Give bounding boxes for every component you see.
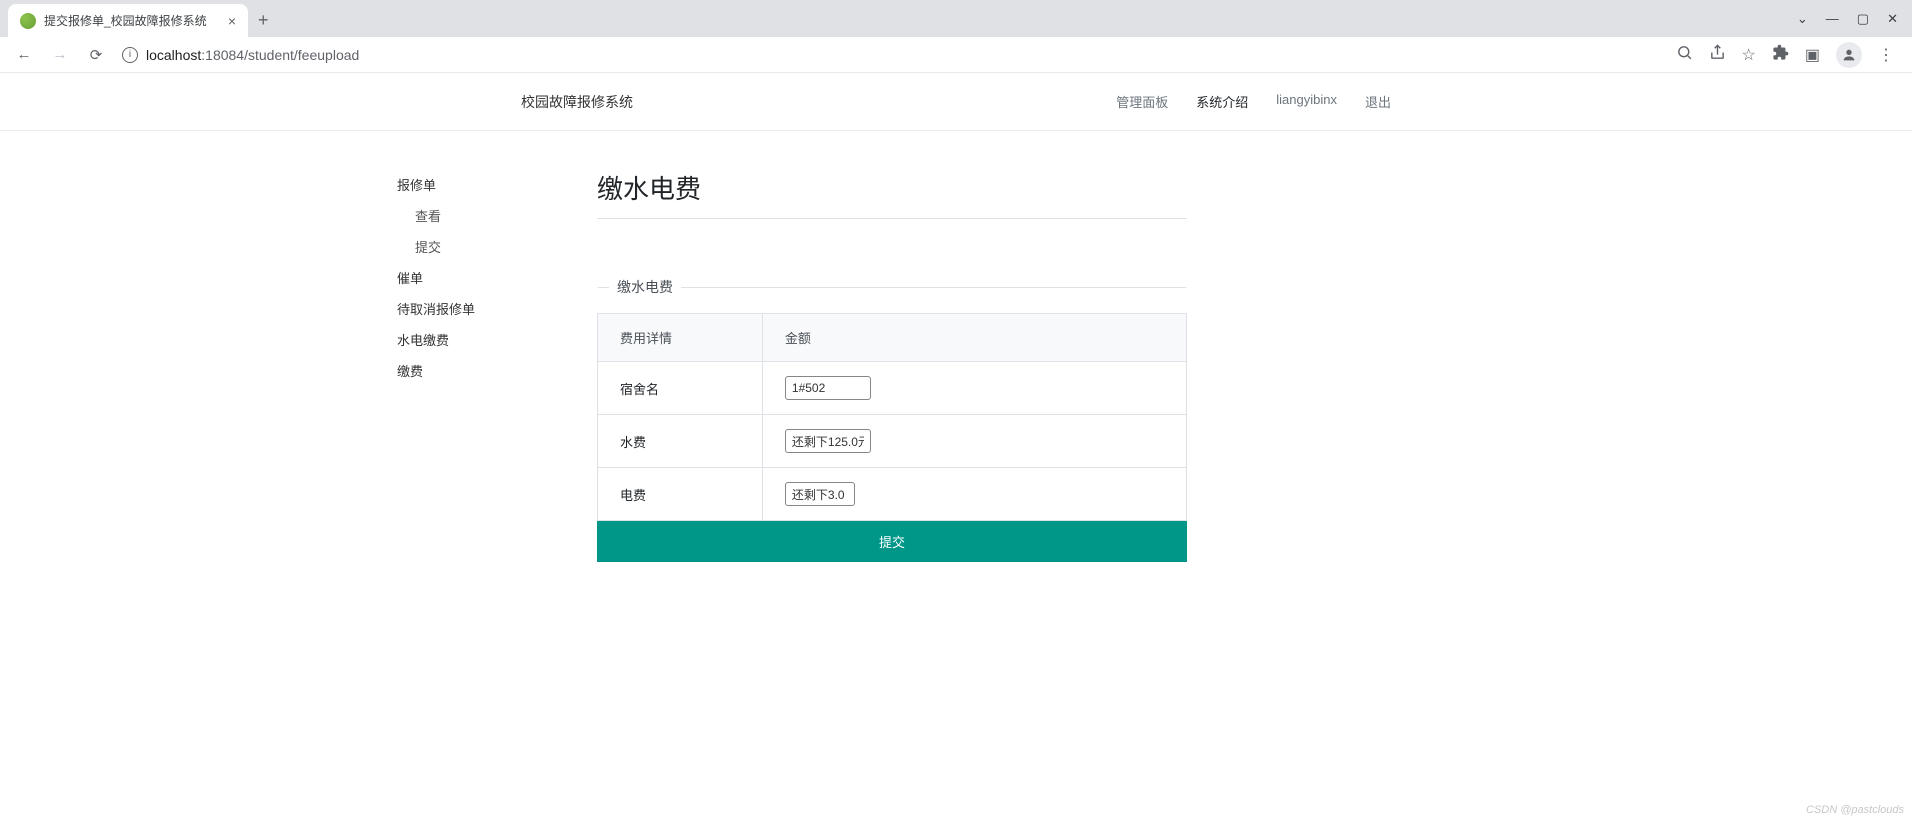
forward-button[interactable]: → <box>44 39 76 71</box>
close-window-icon[interactable]: ✕ <box>1887 11 1898 27</box>
fee-table: 费用详情 金额 宿舍名 水费 <box>597 313 1187 521</box>
submit-button[interactable]: 提交 <box>597 521 1187 562</box>
chevron-down-icon[interactable]: ⌄ <box>1797 11 1808 27</box>
share-icon[interactable] <box>1709 44 1726 66</box>
page-content: 校园故障报修系统 管理面板 系统介绍 liangyibinx 退出 报修单 查看… <box>0 73 1912 822</box>
browser-tab[interactable]: 提交报修单_校园故障报修系统 × <box>8 4 248 37</box>
search-icon[interactable] <box>1676 44 1693 66</box>
row-label-electric: 电费 <box>598 468 763 521</box>
main-panel: 缴水电费 缴水电费 费用详情 金额 宿舍名 <box>597 169 1187 562</box>
url-port: :18084 <box>201 47 244 63</box>
site-info-icon[interactable]: i <box>122 47 138 63</box>
site-brand: 校园故障报修系统 <box>521 92 633 112</box>
page-title: 缴水电费 <box>597 169 1187 219</box>
table-row: 电费 <box>598 468 1187 521</box>
row-label-water: 水费 <box>598 415 763 468</box>
toolbar-actions: ☆ ▣ ⋮ <box>1676 42 1904 68</box>
main-container: 报修单 查看 提交 催单 待取消报修单 水电缴费 缴费 缴水电费 缴水电费 费用… <box>397 131 1187 562</box>
fieldset-legend: 缴水电费 <box>609 277 681 297</box>
nav-system-intro[interactable]: 系统介绍 <box>1196 92 1248 111</box>
nav-logout[interactable]: 退出 <box>1365 92 1391 111</box>
menu-icon[interactable]: ⋮ <box>1878 45 1894 65</box>
bookmark-icon[interactable]: ☆ <box>1742 45 1756 65</box>
tab-favicon-icon <box>20 13 36 29</box>
row-label-dorm: 宿舍名 <box>598 362 763 415</box>
url-path: /student/feeupload <box>244 47 359 63</box>
side-panel-icon[interactable]: ▣ <box>1805 45 1820 65</box>
sidebar-item-repair[interactable]: 报修单 <box>397 169 597 200</box>
sidebar-item-pending-cancel[interactable]: 待取消报修单 <box>397 293 597 324</box>
browser-tab-strip: 提交报修单_校园故障报修系统 × + ⌄ — ▢ ✕ <box>0 0 1912 37</box>
window-controls: ⌄ — ▢ ✕ <box>1783 0 1912 37</box>
url-host: localhost <box>146 47 201 63</box>
tab-title: 提交报修单_校园故障报修系统 <box>44 12 220 29</box>
dorm-name-input[interactable] <box>785 376 871 400</box>
table-header-detail: 费用详情 <box>598 314 763 362</box>
profile-icon[interactable] <box>1836 42 1862 68</box>
close-tab-icon[interactable]: × <box>228 13 236 29</box>
table-header-amount: 金额 <box>762 314 1186 362</box>
fee-form-fieldset: 缴水电费 费用详情 金额 宿舍名 水费 <box>597 277 1187 562</box>
electric-fee-input[interactable] <box>785 482 855 506</box>
address-bar[interactable]: i localhost:18084/student/feeupload <box>122 47 359 63</box>
sidebar-item-submit[interactable]: 提交 <box>397 231 597 262</box>
top-nav: 管理面板 系统介绍 liangyibinx 退出 <box>1116 92 1391 111</box>
minimize-icon[interactable]: — <box>1826 11 1839 26</box>
back-button[interactable]: ← <box>8 39 40 71</box>
table-row: 水费 <box>598 415 1187 468</box>
nav-admin-panel[interactable]: 管理面板 <box>1116 92 1168 111</box>
sidebar-item-pay[interactable]: 缴费 <box>397 355 597 386</box>
site-header: 校园故障报修系统 管理面板 系统介绍 liangyibinx 退出 <box>0 73 1912 131</box>
sidebar-item-utility-fee[interactable]: 水电缴费 <box>397 324 597 355</box>
browser-toolbar: ← → ⟳ i localhost:18084/student/feeuploa… <box>0 37 1912 73</box>
sidebar: 报修单 查看 提交 催单 待取消报修单 水电缴费 缴费 <box>397 169 597 562</box>
table-row: 宿舍名 <box>598 362 1187 415</box>
water-fee-input[interactable] <box>785 429 871 453</box>
sidebar-item-reminder[interactable]: 催单 <box>397 262 597 293</box>
nav-username[interactable]: liangyibinx <box>1276 92 1337 111</box>
reload-button[interactable]: ⟳ <box>80 39 112 71</box>
maximize-icon[interactable]: ▢ <box>1857 11 1869 27</box>
new-tab-button[interactable]: + <box>258 10 269 31</box>
extensions-icon[interactable] <box>1772 44 1789 66</box>
watermark: CSDN @pastclouds <box>1806 804 1904 816</box>
sidebar-item-view[interactable]: 查看 <box>397 200 597 231</box>
